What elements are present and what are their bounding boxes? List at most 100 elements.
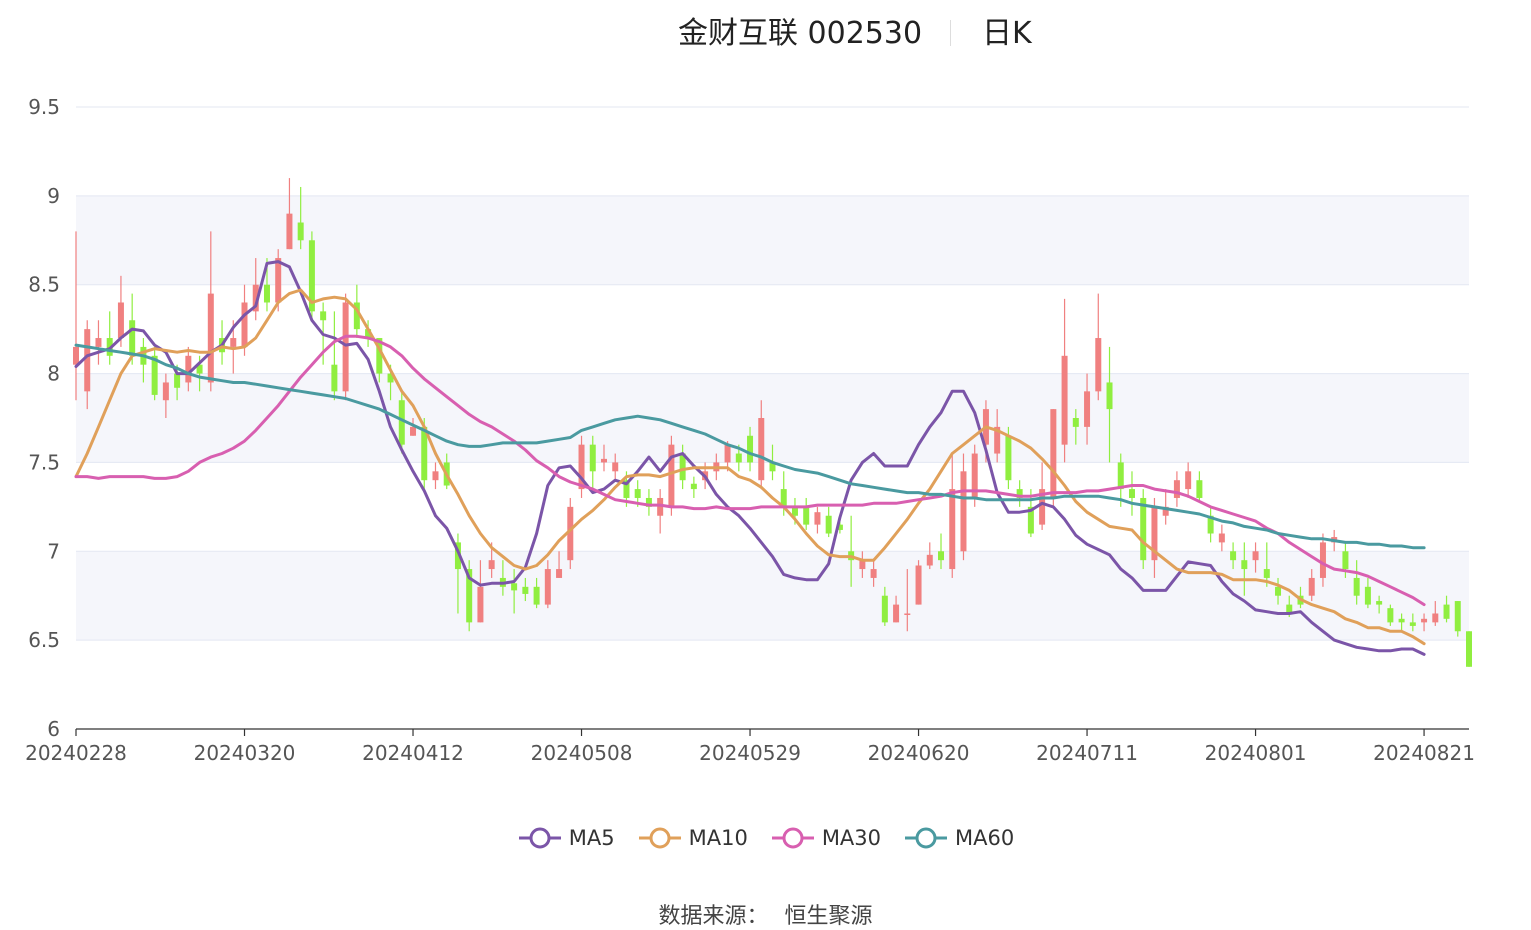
candle-body	[735, 453, 742, 463]
candle-body	[1342, 551, 1349, 570]
candle-body	[241, 302, 248, 347]
candle	[1218, 524, 1225, 552]
x-axis: 20240228 20240320 20240412 20240508 20240529…	[25, 728, 1475, 765]
candle-body	[1241, 560, 1248, 570]
candle-body	[803, 506, 810, 525]
candle	[1196, 471, 1203, 502]
candle-body	[1230, 551, 1237, 561]
candle	[151, 346, 158, 401]
candle-body	[1364, 586, 1371, 605]
candle-body	[960, 471, 967, 552]
candle-body	[432, 471, 439, 481]
candle	[1454, 601, 1461, 637]
candle-body	[1106, 382, 1113, 410]
candle-body	[747, 435, 754, 463]
legend-item-ma10[interactable]: MA10	[637, 826, 748, 850]
candle-body	[117, 302, 124, 339]
y-tick-label: 7.5	[28, 450, 60, 474]
x-tick-label: 20240711	[1036, 741, 1138, 765]
candle	[1061, 298, 1068, 463]
grid-band	[76, 195, 1469, 285]
legend-marker-icon	[518, 827, 561, 849]
candle	[1095, 293, 1102, 401]
candle-body	[938, 551, 945, 561]
candle-body	[1185, 471, 1192, 490]
candle-body	[73, 346, 79, 365]
candle	[286, 178, 293, 250]
candle-body	[286, 213, 293, 250]
candle-body	[690, 483, 697, 490]
candle-body	[1398, 618, 1405, 623]
candle-body	[1084, 391, 1091, 427]
legend-label: MA10	[688, 826, 748, 850]
candle-body	[320, 311, 327, 321]
candle-body	[1263, 569, 1270, 578]
legend-marker-icon	[771, 827, 814, 849]
candle-body	[230, 338, 237, 347]
candle-body	[825, 515, 832, 534]
candle-body	[488, 560, 495, 570]
candle-body	[915, 565, 922, 605]
candle	[1173, 471, 1180, 507]
candle-body	[612, 462, 619, 472]
candle	[803, 497, 810, 530]
y-tick-label: 8.5	[28, 273, 60, 297]
candle	[1207, 506, 1214, 543]
candle-body	[174, 373, 181, 388]
legend-label: MA60	[955, 826, 1015, 850]
x-tick-label: 20240801	[1205, 741, 1307, 765]
candle	[1140, 489, 1147, 570]
y-tick-label: 6.5	[28, 628, 60, 652]
candle	[331, 311, 338, 401]
data-source: 数据来源： 恒生聚源	[0, 898, 1531, 930]
candle-body	[297, 222, 304, 241]
candle-body	[1443, 604, 1450, 619]
candle	[926, 542, 933, 570]
y-tick-label: 9	[47, 184, 60, 208]
candle-body	[904, 613, 911, 615]
legend-item-ma5[interactable]: MA5	[517, 826, 615, 850]
candle-body	[1128, 489, 1135, 498]
y-tick-label: 8	[47, 362, 60, 386]
candle-body	[814, 512, 821, 525]
candle	[342, 293, 349, 401]
candle-body	[724, 444, 731, 463]
legend-item-ma60[interactable]: MA60	[903, 826, 1014, 850]
legend-item-ma30[interactable]: MA30	[770, 826, 881, 850]
candle-body	[1308, 577, 1315, 596]
candle-body	[1275, 586, 1282, 596]
candle-body	[1061, 355, 1068, 445]
candle-body	[1421, 618, 1428, 623]
candle-body	[870, 569, 877, 578]
candle-body	[162, 382, 169, 401]
candlestick-chart: 6 6.5 7 7.5 8 8.5 9 9.5 20240228 20240320 2024041…	[25, 95, 1475, 765]
candle-body	[1376, 601, 1383, 605]
x-tick-label: 20240228	[25, 741, 127, 765]
x-tick-label: 20240529	[699, 741, 801, 765]
background-bands	[76, 195, 1469, 641]
candle-body	[410, 426, 417, 436]
candle-body	[544, 569, 551, 605]
candle-body	[511, 583, 518, 591]
legend-marker-icon	[905, 827, 948, 849]
candle	[645, 489, 652, 516]
legend-marker-icon	[638, 827, 681, 849]
candle-body	[477, 586, 484, 623]
candle-body	[95, 338, 102, 347]
candle-body	[1252, 551, 1259, 561]
candle-body	[1173, 480, 1180, 498]
candle-body	[1095, 338, 1102, 392]
candle-body	[207, 293, 214, 383]
x-tick-label: 20240821	[1373, 741, 1475, 765]
candle-body	[331, 364, 338, 392]
candle-body	[275, 258, 282, 303]
candle-body	[758, 418, 765, 481]
candle	[1185, 462, 1192, 498]
candle	[95, 320, 102, 365]
y-tick-label: 6	[47, 717, 60, 741]
candle-body	[668, 444, 675, 507]
candle	[578, 435, 585, 498]
x-tick-label: 20240320	[194, 741, 296, 765]
candle-body	[1466, 631, 1472, 667]
candle-body	[1140, 497, 1147, 561]
